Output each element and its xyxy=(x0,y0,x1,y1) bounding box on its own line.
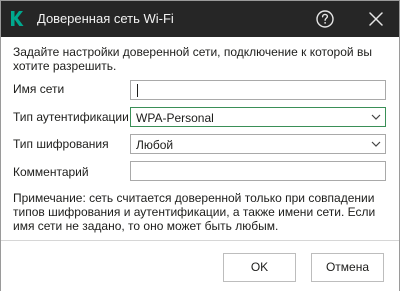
help-icon[interactable] xyxy=(314,8,336,30)
network-name-input[interactable] xyxy=(130,80,386,100)
auth-type-value: WPA-Personal xyxy=(136,111,214,125)
title-bar: Доверенная сеть Wi-Fi xyxy=(1,1,399,37)
auth-type-select[interactable]: WPA-Personal xyxy=(130,107,386,127)
dialog-title: Доверенная сеть Wi-Fi xyxy=(37,11,174,26)
close-icon[interactable] xyxy=(365,8,387,30)
note-text: Примечание: сеть считается доверенной то… xyxy=(13,191,376,233)
text-cursor xyxy=(137,84,138,97)
comment-input[interactable] xyxy=(130,161,386,181)
description-text: Задайте настройки доверенной сети, подкл… xyxy=(13,45,372,73)
chevron-down-icon xyxy=(371,114,381,120)
dialog-footer: OK Отмена xyxy=(1,240,399,291)
encryption-type-select[interactable]: Любой xyxy=(130,134,386,154)
cancel-button[interactable]: Отмена xyxy=(311,253,384,282)
ok-button[interactable]: OK xyxy=(223,253,296,282)
kaspersky-logo-icon xyxy=(11,11,24,26)
auth-type-label: Тип аутентификации xyxy=(13,110,129,124)
encryption-type-value: Любой xyxy=(136,138,174,152)
dialog-window: Доверенная сеть Wi-Fi Задайте настройки … xyxy=(0,0,400,291)
encryption-type-label: Тип шифрования xyxy=(13,137,109,151)
chevron-down-icon xyxy=(371,141,381,147)
comment-label: Комментарий xyxy=(13,165,89,179)
network-name-label: Имя сети xyxy=(13,82,65,96)
